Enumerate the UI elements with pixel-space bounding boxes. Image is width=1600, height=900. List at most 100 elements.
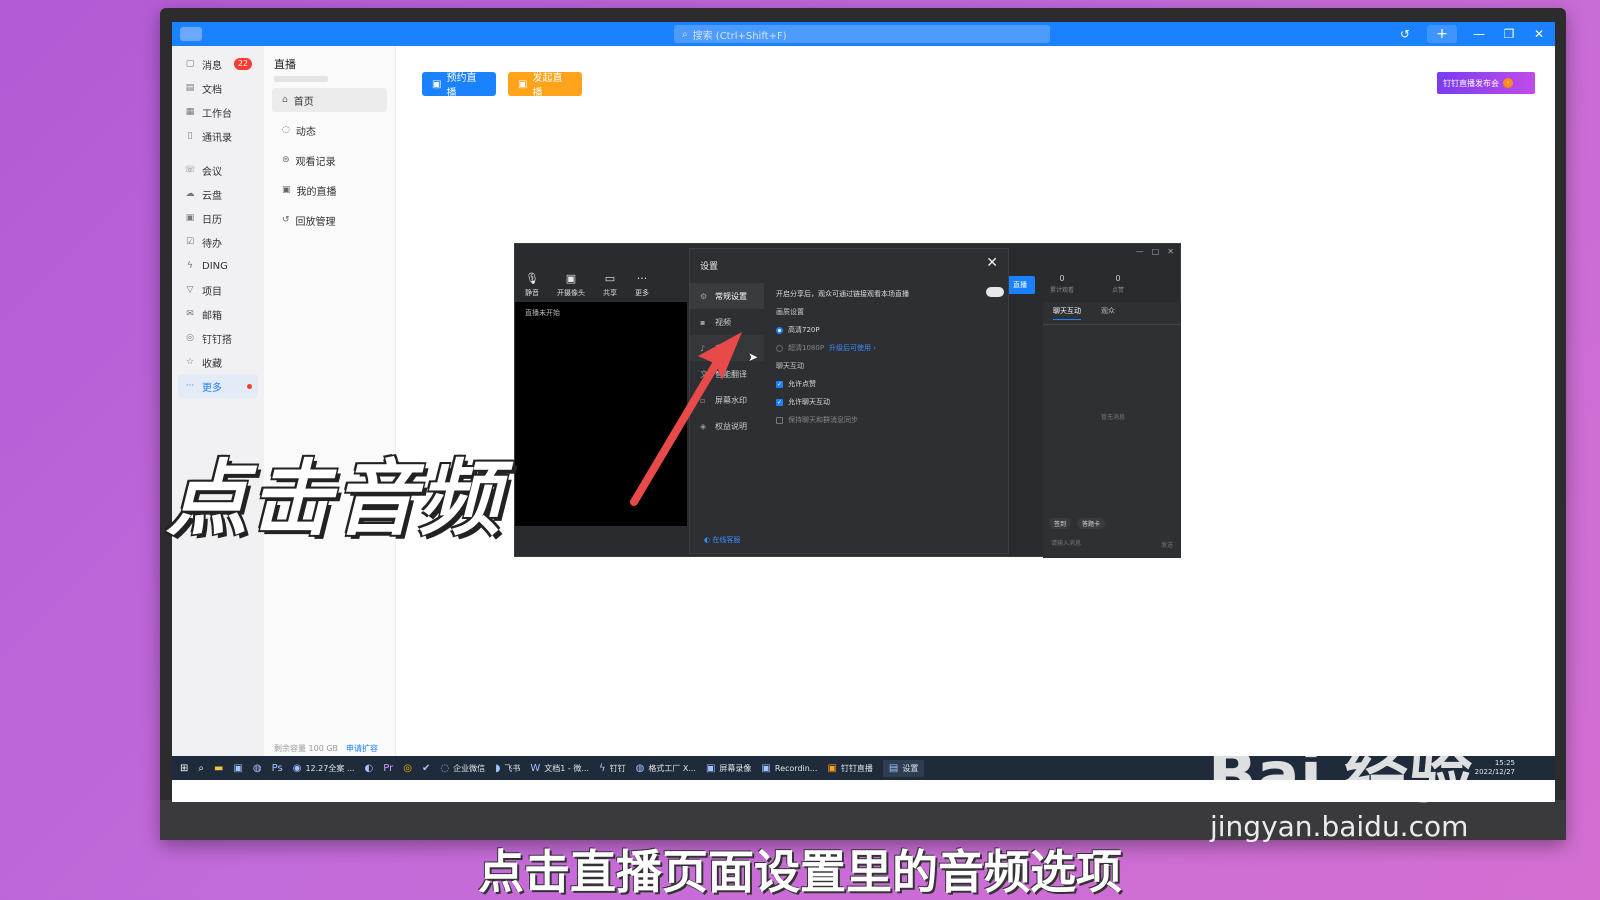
allow-like-option[interactable]: ✓ 允许点赞 bbox=[776, 379, 1004, 389]
mute-button[interactable]: 🎙 静音 bbox=[525, 272, 539, 298]
taskbar-item[interactable]: ◗ 飞书 bbox=[495, 763, 520, 774]
allow-chat-option[interactable]: ✓ 允许聊天互动 bbox=[776, 397, 1004, 407]
history-icon[interactable]: ↺ bbox=[1397, 27, 1413, 41]
checkbox-checked[interactable]: ✓ bbox=[776, 380, 783, 388]
taskbar-item[interactable]: ◌ 企业微信 bbox=[440, 763, 485, 774]
settings-item-watermark[interactable]: ▫ 屏幕水印 bbox=[690, 387, 764, 413]
send-button[interactable]: 发送 bbox=[1161, 540, 1173, 549]
checkin-tag[interactable]: 签到 bbox=[1049, 518, 1072, 529]
checkbox-unchecked[interactable] bbox=[776, 416, 783, 424]
subnav-item-history[interactable]: ⊜ 观看记录 bbox=[272, 148, 387, 172]
chat-input[interactable]: 请输入消息 bbox=[1051, 538, 1081, 547]
subnav-label: 回放管理 bbox=[295, 216, 336, 228]
chrome-icon[interactable]: ◎ bbox=[403, 763, 412, 774]
share-button[interactable]: ▭ 共享 bbox=[603, 272, 617, 298]
search-icon[interactable]: ⌕ bbox=[198, 763, 204, 774]
close-icon[interactable]: ✕ bbox=[1167, 247, 1174, 256]
subnav-item-feed[interactable]: ◌ 动态 bbox=[272, 118, 387, 142]
nav-item-meeting[interactable]: ☏ 会议 bbox=[172, 158, 264, 182]
taskbar-item[interactable]: W 文档1 - 微... bbox=[530, 763, 589, 774]
subnav-label: 动态 bbox=[295, 126, 316, 138]
photoshop-icon[interactable]: Ps bbox=[272, 763, 283, 774]
settings-item-video[interactable]: ▪ 视频 bbox=[690, 309, 764, 335]
go-live-button[interactable]: 直播 bbox=[1005, 276, 1035, 294]
taskbar-item[interactable]: ▣ Recordin... bbox=[761, 763, 817, 774]
option-label: 高清720P bbox=[788, 326, 820, 334]
subnav-item-replay[interactable]: ↺ 回放管理 bbox=[272, 208, 387, 232]
nav-label: 更多 bbox=[202, 382, 222, 394]
global-search[interactable]: ⌕ 搜索 (Ctrl+Shift+F) bbox=[674, 25, 1050, 43]
settings-item-general[interactable]: ⚙ 常规设置 bbox=[690, 283, 764, 309]
windows-start-icon[interactable]: ⊞ bbox=[180, 763, 188, 774]
share-toggle[interactable] bbox=[986, 287, 1004, 297]
nav-item-project[interactable]: ▽ 项目 bbox=[172, 278, 264, 302]
taskbar-item[interactable]: ◉ 12.27全案 ... bbox=[293, 763, 355, 774]
radio-selected[interactable] bbox=[776, 326, 783, 334]
taskbar-item[interactable]: ▣ 屏幕录像 bbox=[706, 763, 751, 774]
online-support-link[interactable]: ◐ 在线客服 bbox=[704, 535, 740, 545]
nav-item-favorites[interactable]: ☆ 收藏 bbox=[172, 350, 264, 374]
chat-tabs: 聊天互动 观众 bbox=[1043, 302, 1181, 325]
camera-button[interactable]: ▣ 开摄像头 bbox=[557, 272, 585, 298]
option-label: 超清1080P bbox=[788, 344, 825, 352]
nav-item-todo[interactable]: ☑ 待办 bbox=[172, 230, 264, 254]
live-window: — □ ✕ 🎙 静音 ▣ 开摄像头 ▭ 共享 ··· 更多 直播未开始 直播 0 累计观看… bbox=[514, 243, 1181, 558]
nav-item-workbench[interactable]: ▦ 工作台 bbox=[172, 100, 264, 124]
nav-item-mail[interactable]: ✉ 邮箱 bbox=[172, 302, 264, 326]
menu-label: 音频 bbox=[715, 343, 731, 353]
quality-720-option[interactable]: 高清720P bbox=[776, 325, 1004, 335]
nav-item-cloud[interactable]: ☁ 云盘 bbox=[172, 182, 264, 206]
close-icon[interactable]: ✕ bbox=[986, 255, 998, 271]
add-button[interactable]: + bbox=[1427, 25, 1457, 43]
nav-item-ding[interactable]: ϟ DING bbox=[172, 254, 264, 278]
store-icon[interactable]: ▣ bbox=[233, 763, 242, 774]
nav-item-dingda[interactable]: ◎ 钉钉搭 bbox=[172, 326, 264, 350]
minimize-icon[interactable]: — bbox=[1471, 27, 1487, 41]
subnav-item-my-live[interactable]: ▣ 我的直播 bbox=[272, 178, 387, 202]
nav-item-contacts[interactable]: ▯ 通讯录 bbox=[172, 124, 264, 148]
settings-item-translate[interactable]: 文智能翻译 bbox=[690, 361, 764, 387]
browser-icon[interactable]: ◐ bbox=[365, 763, 374, 774]
nav-label: 通讯录 bbox=[202, 132, 232, 144]
nav-item-more[interactable]: ··· 更多 bbox=[178, 374, 258, 398]
taskbar-item[interactable]: ϟ 钉钉 bbox=[599, 763, 626, 774]
button-label: 预约直播 bbox=[446, 73, 477, 99]
nav-item-messages[interactable]: ▢ 消息 22 bbox=[172, 52, 264, 76]
nav-label: 文档 bbox=[202, 84, 222, 96]
nav-item-calendar[interactable]: ▣ 日历 bbox=[172, 206, 264, 230]
promo-banner[interactable]: 钉钉直播发布会 › bbox=[1437, 72, 1535, 94]
folder-icon[interactable]: ▬ bbox=[214, 763, 223, 774]
maximize-icon[interactable]: □ bbox=[1152, 247, 1160, 256]
nav-item-docs[interactable]: ▤ 文档 bbox=[172, 76, 264, 100]
app-icon[interactable]: ◍ bbox=[253, 763, 262, 774]
support-label: 在线客服 bbox=[712, 536, 741, 544]
minimize-icon[interactable]: — bbox=[1136, 247, 1144, 256]
quiz-tag[interactable]: 答题卡 bbox=[1077, 518, 1106, 529]
expand-storage-link[interactable]: 申请扩容 bbox=[346, 744, 378, 753]
premiere-icon[interactable]: Pr bbox=[383, 763, 393, 774]
option-label: 保持聊天和群消息同步 bbox=[788, 416, 858, 424]
settings-item-rights[interactable]: ◈ 权益说明 bbox=[690, 413, 764, 439]
more-button[interactable]: ··· 更多 bbox=[635, 272, 649, 298]
checkbox-checked[interactable]: ✓ bbox=[776, 398, 783, 406]
gear-icon: ⚙ bbox=[700, 291, 708, 301]
start-live-button[interactable]: ▣ 发起直播 bbox=[508, 72, 582, 99]
sync-chat-option[interactable]: 保持聊天和群消息同步 bbox=[776, 415, 1004, 425]
taskbar-label: 飞书 bbox=[504, 763, 521, 773]
taskbar-item[interactable]: ▣ 钉钉直播 bbox=[827, 763, 872, 774]
app-icon[interactable]: ✔ bbox=[422, 763, 430, 774]
subnav-item-home[interactable]: ⌂ 首页 bbox=[272, 88, 387, 112]
maximize-icon[interactable]: ❐ bbox=[1501, 27, 1517, 41]
baidu-watermark: Bai 经验 bbox=[1208, 739, 1473, 813]
taskbar-item[interactable]: ▤ 设置 bbox=[882, 759, 925, 777]
upgrade-link[interactable]: 升级后可使用 › bbox=[829, 343, 876, 353]
nav-label: 工作台 bbox=[202, 108, 232, 120]
taskbar-item[interactable]: ◍ 格式工厂 X... bbox=[636, 763, 696, 774]
tab-audience[interactable]: 观众 bbox=[1101, 306, 1115, 320]
taskbar-label: 设置 bbox=[902, 763, 919, 773]
tab-chat[interactable]: 聊天互动 bbox=[1053, 306, 1081, 320]
replay-icon: ↺ bbox=[282, 215, 290, 225]
shield-icon: ◈ bbox=[700, 421, 707, 431]
close-icon[interactable]: ✕ bbox=[1531, 27, 1547, 41]
schedule-live-button[interactable]: ▣ 预约直播 bbox=[422, 72, 496, 99]
